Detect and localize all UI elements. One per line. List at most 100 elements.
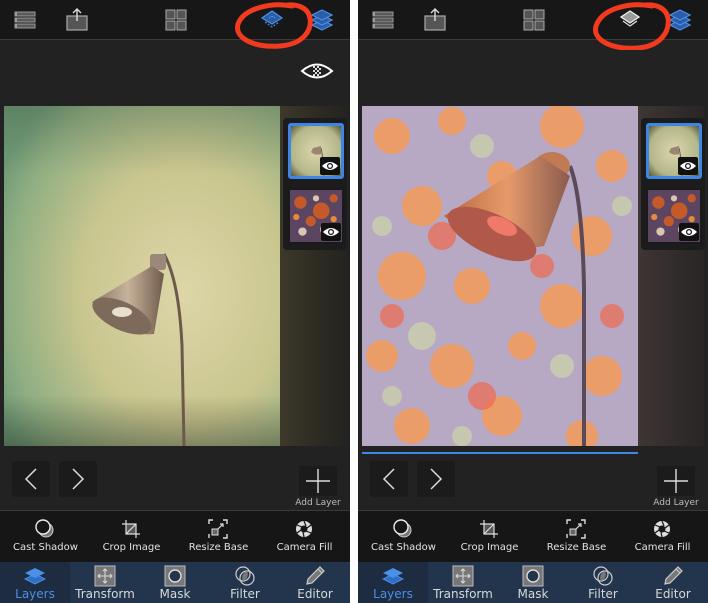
grid-icon[interactable] bbox=[164, 8, 188, 32]
share-export-icon[interactable] bbox=[423, 8, 447, 32]
tool-camera-fill[interactable]: Camera Fill bbox=[261, 511, 348, 563]
layers-stack-icon[interactable] bbox=[310, 8, 334, 32]
tab-filter[interactable]: Filter bbox=[210, 562, 280, 603]
tool-label: Resize Base bbox=[546, 542, 607, 553]
menu-list-icon[interactable] bbox=[371, 8, 395, 32]
tab-label: Mask bbox=[159, 587, 191, 601]
tab-transform[interactable]: Transform bbox=[70, 562, 140, 603]
layer-thumb-rust[interactable] bbox=[646, 188, 702, 244]
tool-bar: Cast Shadow Crop Image Resize Base Camer… bbox=[358, 510, 708, 562]
layer-list bbox=[283, 118, 347, 250]
layer-eye-icon[interactable] bbox=[678, 157, 698, 175]
grid-icon[interactable] bbox=[522, 8, 546, 32]
tool-label: Crop Image bbox=[102, 542, 161, 553]
cast-shadow-icon bbox=[35, 519, 55, 539]
mask-icon bbox=[164, 565, 186, 587]
pencil-icon bbox=[304, 565, 326, 587]
layer-thumb-rust[interactable] bbox=[288, 188, 344, 244]
tab-label: Filter bbox=[588, 587, 618, 601]
tool-label: Cast Shadow bbox=[371, 542, 436, 553]
chevron-right-icon bbox=[430, 468, 443, 490]
editing-canvas[interactable] bbox=[362, 106, 705, 446]
previous-button[interactable] bbox=[12, 461, 50, 497]
next-button[interactable] bbox=[417, 461, 455, 497]
tool-resize-base[interactable]: Resize Base bbox=[533, 511, 620, 563]
top-toolbar bbox=[0, 0, 350, 40]
previous-button[interactable] bbox=[370, 461, 408, 497]
tab-label: Transform bbox=[75, 587, 135, 601]
add-layer-button[interactable] bbox=[299, 466, 337, 496]
cast-shadow-icon bbox=[393, 519, 413, 539]
layer-mode-icon[interactable] bbox=[260, 8, 284, 32]
layer-eye-icon[interactable] bbox=[679, 223, 699, 241]
tab-mask[interactable]: Mask bbox=[498, 562, 568, 603]
tab-mask[interactable]: Mask bbox=[140, 562, 210, 603]
resize-icon bbox=[566, 519, 586, 539]
layer-eye-icon[interactable] bbox=[321, 223, 341, 241]
layer-visibility-eye-icon[interactable] bbox=[300, 60, 334, 82]
photo-lamp-blended bbox=[362, 106, 638, 446]
progress-line bbox=[362, 452, 638, 454]
tool-crop-image[interactable]: Crop Image bbox=[446, 511, 533, 563]
tool-bar: Cast Shadow Crop Image Resize Base Camer… bbox=[0, 510, 350, 562]
layer-mode-icon[interactable] bbox=[618, 8, 642, 32]
layer-thumb-lamp[interactable] bbox=[288, 123, 344, 179]
tab-label: Mask bbox=[517, 587, 549, 601]
add-layer-label: Add Layer bbox=[295, 498, 341, 508]
screen-after: Add Layer Cast Shadow Crop Image Resize … bbox=[358, 0, 708, 603]
add-layer-button[interactable] bbox=[657, 466, 695, 496]
transform-icon bbox=[452, 565, 474, 587]
next-button[interactable] bbox=[59, 461, 97, 497]
tab-label: Layers bbox=[373, 587, 413, 601]
tool-label: Crop Image bbox=[460, 542, 519, 553]
tab-editor[interactable]: Editor bbox=[638, 562, 708, 603]
mask-icon bbox=[522, 565, 544, 587]
menu-list-icon[interactable] bbox=[13, 8, 37, 32]
chevron-right-icon bbox=[72, 468, 85, 490]
tab-layers[interactable]: Layers bbox=[358, 562, 428, 603]
tab-label: Transform bbox=[433, 587, 493, 601]
tab-editor[interactable]: Editor bbox=[280, 562, 350, 603]
layers-stack-icon[interactable] bbox=[668, 8, 692, 32]
tab-transform[interactable]: Transform bbox=[428, 562, 498, 603]
tool-cast-shadow[interactable]: Cast Shadow bbox=[360, 511, 447, 563]
tab-layers[interactable]: Layers bbox=[0, 562, 70, 603]
tab-label: Filter bbox=[230, 587, 260, 601]
aperture-icon bbox=[294, 519, 314, 539]
share-export-icon[interactable] bbox=[65, 8, 89, 32]
bottom-tab-bar: Layers Transform Mask Filter Editor bbox=[358, 562, 708, 603]
tab-label: Editor bbox=[655, 587, 691, 601]
tab-filter[interactable]: Filter bbox=[568, 562, 638, 603]
aperture-icon bbox=[652, 519, 672, 539]
resize-icon bbox=[208, 519, 228, 539]
tab-label: Editor bbox=[297, 587, 333, 601]
photo-lamp-green bbox=[4, 106, 280, 446]
tool-label: Camera Fill bbox=[634, 542, 691, 553]
editing-canvas[interactable] bbox=[4, 106, 347, 446]
crop-icon bbox=[479, 519, 499, 539]
screen-before: Add Layer Cast Shadow Crop Image Resize … bbox=[0, 0, 350, 603]
filter-icon bbox=[234, 565, 256, 587]
top-toolbar bbox=[358, 0, 708, 40]
tool-label: Resize Base bbox=[188, 542, 249, 553]
crop-icon bbox=[121, 519, 141, 539]
bottom-tab-bar: Layers Transform Mask Filter Editor bbox=[0, 562, 350, 603]
chevron-left-icon bbox=[382, 468, 395, 490]
plus-icon bbox=[306, 469, 330, 493]
tab-label: Layers bbox=[15, 587, 55, 601]
chevron-left-icon bbox=[24, 468, 37, 490]
layer-thumb-lamp[interactable] bbox=[646, 123, 702, 179]
tool-crop-image[interactable]: Crop Image bbox=[88, 511, 175, 563]
add-layer-label: Add Layer bbox=[653, 498, 699, 508]
transform-icon bbox=[94, 565, 116, 587]
layers-icon bbox=[24, 565, 46, 587]
plus-icon bbox=[664, 469, 688, 493]
filter-icon bbox=[592, 565, 614, 587]
layer-list bbox=[641, 118, 705, 250]
tool-camera-fill[interactable]: Camera Fill bbox=[619, 511, 706, 563]
layer-eye-icon[interactable] bbox=[320, 157, 340, 175]
layers-icon bbox=[382, 565, 404, 587]
tool-resize-base[interactable]: Resize Base bbox=[175, 511, 262, 563]
tool-label: Cast Shadow bbox=[13, 542, 78, 553]
tool-cast-shadow[interactable]: Cast Shadow bbox=[2, 511, 89, 563]
